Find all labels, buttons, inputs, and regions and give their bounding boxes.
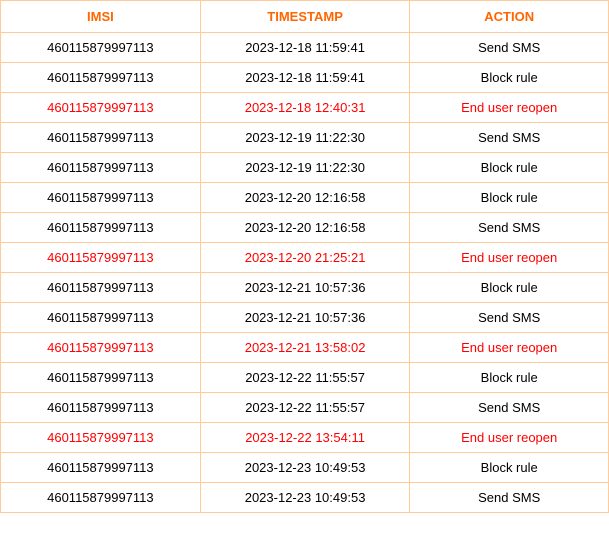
- table-row: 4601158799971132023-12-19 11:22:30Send S…: [1, 123, 609, 153]
- cell-action: Send SMS: [410, 303, 609, 333]
- cell-action: End user reopen: [410, 423, 609, 453]
- table-row: 4601158799971132023-12-18 12:40:31End us…: [1, 93, 609, 123]
- cell-timestamp: 2023-12-19 11:22:30: [200, 153, 410, 183]
- cell-imsi: 460115879997113: [1, 483, 201, 513]
- cell-timestamp: 2023-12-20 12:16:58: [200, 213, 410, 243]
- cell-action: Send SMS: [410, 393, 609, 423]
- cell-imsi: 460115879997113: [1, 183, 201, 213]
- cell-action: End user reopen: [410, 93, 609, 123]
- cell-action: Block rule: [410, 363, 609, 393]
- cell-action: Send SMS: [410, 33, 609, 63]
- table-row: 4601158799971132023-12-20 12:16:58Send S…: [1, 213, 609, 243]
- cell-timestamp: 2023-12-22 11:55:57: [200, 393, 410, 423]
- cell-imsi: 460115879997113: [1, 153, 201, 183]
- cell-imsi: 460115879997113: [1, 63, 201, 93]
- cell-timestamp: 2023-12-22 13:54:11: [200, 423, 410, 453]
- cell-imsi: 460115879997113: [1, 273, 201, 303]
- cell-timestamp: 2023-12-19 11:22:30: [200, 123, 410, 153]
- table-row: 4601158799971132023-12-23 10:49:53Block …: [1, 453, 609, 483]
- cell-imsi: 460115879997113: [1, 33, 201, 63]
- cell-action: Send SMS: [410, 123, 609, 153]
- header-action: ACTION: [410, 1, 609, 33]
- cell-imsi: 460115879997113: [1, 363, 201, 393]
- cell-timestamp: 2023-12-21 13:58:02: [200, 333, 410, 363]
- cell-action: Send SMS: [410, 213, 609, 243]
- cell-action: Send SMS: [410, 483, 609, 513]
- cell-imsi: 460115879997113: [1, 393, 201, 423]
- cell-timestamp: 2023-12-21 10:57:36: [200, 303, 410, 333]
- cell-timestamp: 2023-12-22 11:55:57: [200, 363, 410, 393]
- cell-imsi: 460115879997113: [1, 243, 201, 273]
- cell-timestamp: 2023-12-18 11:59:41: [200, 63, 410, 93]
- table-row: 4601158799971132023-12-22 11:55:57Send S…: [1, 393, 609, 423]
- data-table: IMSI TIMESTAMP ACTION 460115879997113202…: [0, 0, 609, 513]
- cell-imsi: 460115879997113: [1, 333, 201, 363]
- cell-timestamp: 2023-12-23 10:49:53: [200, 483, 410, 513]
- cell-timestamp: 2023-12-20 21:25:21: [200, 243, 410, 273]
- cell-imsi: 460115879997113: [1, 453, 201, 483]
- cell-timestamp: 2023-12-18 11:59:41: [200, 33, 410, 63]
- cell-imsi: 460115879997113: [1, 213, 201, 243]
- table-row: 4601158799971132023-12-21 13:58:02End us…: [1, 333, 609, 363]
- table-row: 4601158799971132023-12-18 11:59:41Send S…: [1, 33, 609, 63]
- cell-action: End user reopen: [410, 333, 609, 363]
- table-row: 4601158799971132023-12-18 11:59:41Block …: [1, 63, 609, 93]
- header-imsi: IMSI: [1, 1, 201, 33]
- cell-action: Block rule: [410, 273, 609, 303]
- cell-imsi: 460115879997113: [1, 93, 201, 123]
- header-timestamp: TIMESTAMP: [200, 1, 410, 33]
- table-row: 4601158799971132023-12-21 10:57:36Send S…: [1, 303, 609, 333]
- cell-imsi: 460115879997113: [1, 303, 201, 333]
- table-row: 4601158799971132023-12-22 13:54:11End us…: [1, 423, 609, 453]
- cell-timestamp: 2023-12-23 10:49:53: [200, 453, 410, 483]
- table-row: 4601158799971132023-12-20 21:25:21End us…: [1, 243, 609, 273]
- cell-action: End user reopen: [410, 243, 609, 273]
- cell-timestamp: 2023-12-18 12:40:31: [200, 93, 410, 123]
- cell-imsi: 460115879997113: [1, 423, 201, 453]
- table-row: 4601158799971132023-12-22 11:55:57Block …: [1, 363, 609, 393]
- cell-imsi: 460115879997113: [1, 123, 201, 153]
- cell-action: Block rule: [410, 63, 609, 93]
- table-row: 4601158799971132023-12-19 11:22:30Block …: [1, 153, 609, 183]
- table-row: 4601158799971132023-12-20 12:16:58Block …: [1, 183, 609, 213]
- table-header-row: IMSI TIMESTAMP ACTION: [1, 1, 609, 33]
- cell-action: Block rule: [410, 183, 609, 213]
- table-row: 4601158799971132023-12-21 10:57:36Block …: [1, 273, 609, 303]
- cell-timestamp: 2023-12-21 10:57:36: [200, 273, 410, 303]
- cell-action: Block rule: [410, 453, 609, 483]
- cell-timestamp: 2023-12-20 12:16:58: [200, 183, 410, 213]
- table-row: 4601158799971132023-12-23 10:49:53Send S…: [1, 483, 609, 513]
- cell-action: Block rule: [410, 153, 609, 183]
